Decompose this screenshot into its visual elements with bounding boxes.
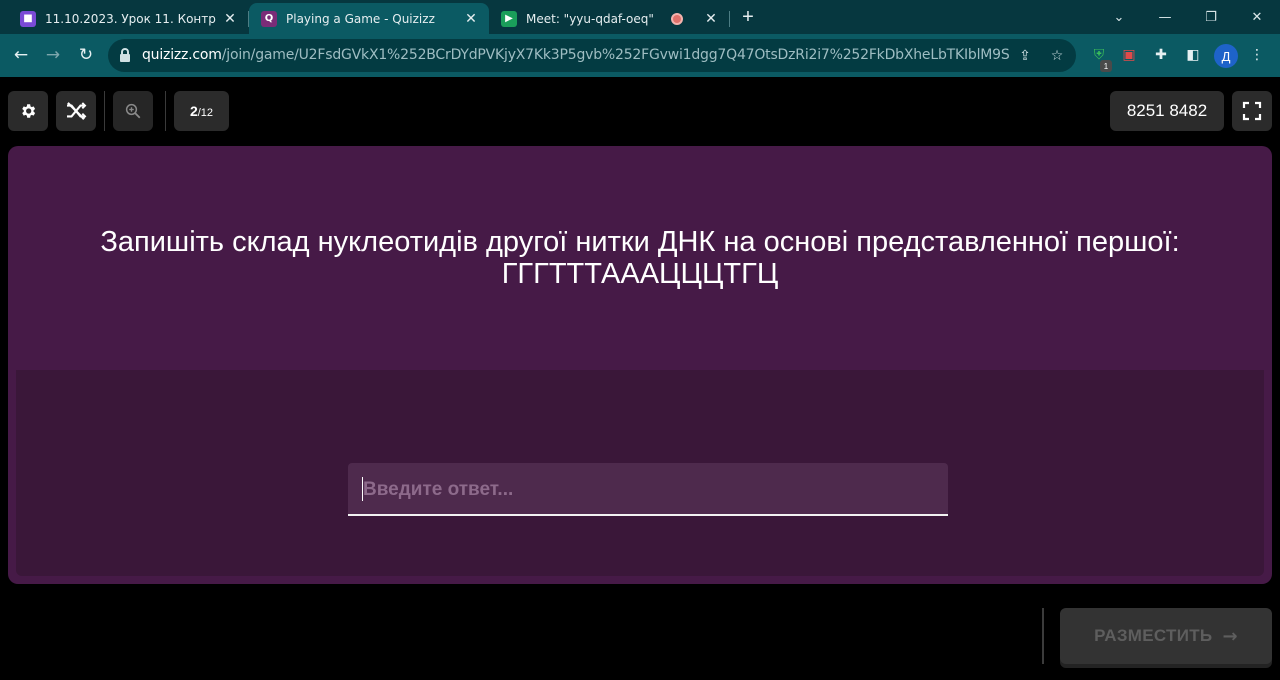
game-code: 8251 8482	[1126, 101, 1208, 120]
minimize-icon[interactable]: —	[1142, 0, 1188, 34]
quiz-page: 2/12 8251 8482 Запишіть склад нуклеотиді…	[0, 77, 1280, 680]
tab-title: Meet: "yyu-qdaf-oeq"	[526, 11, 654, 26]
answer-placeholder: Введите ответ...	[363, 479, 514, 500]
close-icon[interactable]: ✕	[463, 11, 479, 27]
tab-quizizz[interactable]: Q Playing a Game - Quizizz ✕	[249, 3, 489, 34]
share-icon[interactable]: ⇪	[1014, 45, 1036, 67]
question-line-1: Запишіть склад нуклеотидів другої нитки …	[100, 226, 1180, 258]
fullscreen-button[interactable]	[1232, 91, 1272, 131]
toolbar-divider	[165, 91, 166, 131]
meet-icon: ▶	[501, 10, 517, 27]
back-arrow-icon[interactable]: ←	[6, 40, 36, 70]
profile-avatar[interactable]: Д	[1214, 44, 1238, 68]
zoom-button[interactable]	[113, 91, 153, 131]
tab-search-chevron-icon[interactable]: ⌄	[1096, 0, 1142, 34]
url-host: quizizz.com	[142, 47, 222, 63]
close-icon[interactable]: ✕	[703, 11, 719, 27]
kebab-menu-icon[interactable]: ⋮	[1246, 44, 1268, 66]
settings-button[interactable]	[8, 91, 48, 131]
address-bar[interactable]: quizizz.com/join/game/U2FsdGVkX1%252BCrD…	[108, 39, 1076, 72]
side-panel-icon[interactable]: ◧	[1182, 44, 1204, 66]
shuffle-off-icon	[67, 102, 87, 120]
restore-icon[interactable]: ❐	[1188, 0, 1234, 34]
answer-input[interactable]: Введите ответ...	[348, 463, 948, 516]
browser-toolbar: ← → ↻ quizizz.com/join/game/U2FsdGVkX1%2…	[0, 34, 1280, 77]
arrow-right-icon: →	[1222, 625, 1238, 647]
game-code-chip: 8251 8482	[1110, 91, 1224, 131]
disable-powerups-button[interactable]	[56, 91, 96, 131]
reload-icon[interactable]: ↻	[71, 40, 101, 70]
answer-area: Введите ответ...	[16, 370, 1264, 576]
recording-icon	[671, 12, 683, 25]
extension-icon[interactable]: ▣	[1118, 44, 1140, 66]
url-text[interactable]: quizizz.com/join/game/U2FsdGVkX1%252BCrD…	[142, 39, 1010, 72]
question-text: Запишіть склад нуклеотидів другої нитки …	[8, 226, 1272, 290]
extension-badge: 1	[1100, 60, 1112, 72]
zoom-in-icon	[125, 103, 141, 119]
tab-meet[interactable]: ▶ Meet: "yyu-qdaf-oeq" ✕	[489, 3, 729, 34]
quizizz-icon: Q	[261, 10, 277, 27]
question-card: Запишіть склад нуклеотидів другої нитки …	[8, 146, 1272, 584]
puzzle-extensions-icon[interactable]: ✚	[1150, 44, 1172, 66]
question-line-2: ГГГТТТАААЦЦЦТГЦ	[501, 258, 779, 290]
fullscreen-icon	[1242, 101, 1262, 121]
classroom-icon: ■	[20, 10, 36, 27]
new-tab-plus-icon[interactable]: +	[736, 4, 760, 30]
forward-arrow-icon[interactable]: →	[38, 40, 68, 70]
gear-icon	[22, 104, 36, 118]
browser-tab-bar: ■ 11.10.2023. Урок 11. Контроль з ✕ Q Pl…	[0, 0, 1280, 34]
tab-divider	[729, 11, 730, 27]
url-path: /join/game/U2FsdGVkX1%252BCrDYdPVKjyX7Kk…	[221, 47, 1010, 63]
submit-label: РАЗМЕСТИТЬ	[1094, 626, 1213, 645]
close-icon[interactable]: ✕	[222, 11, 238, 27]
lock-icon	[120, 48, 130, 62]
submit-button[interactable]: РАЗМЕСТИТЬ →	[1060, 608, 1272, 664]
window-close-icon[interactable]: ✕	[1234, 0, 1280, 34]
counter-current: 2	[189, 103, 198, 119]
tab-title: Playing a Game - Quizizz	[286, 11, 435, 26]
toolbar-divider	[104, 91, 105, 131]
counter-total: /12	[197, 107, 214, 119]
bookmark-star-icon[interactable]: ☆	[1046, 45, 1068, 67]
question-counter: 2/12	[174, 91, 229, 131]
tab-title: 11.10.2023. Урок 11. Контроль з	[45, 11, 216, 26]
tab-classroom[interactable]: ■ 11.10.2023. Урок 11. Контроль з ✕	[8, 3, 248, 34]
footer-divider	[1042, 608, 1044, 664]
